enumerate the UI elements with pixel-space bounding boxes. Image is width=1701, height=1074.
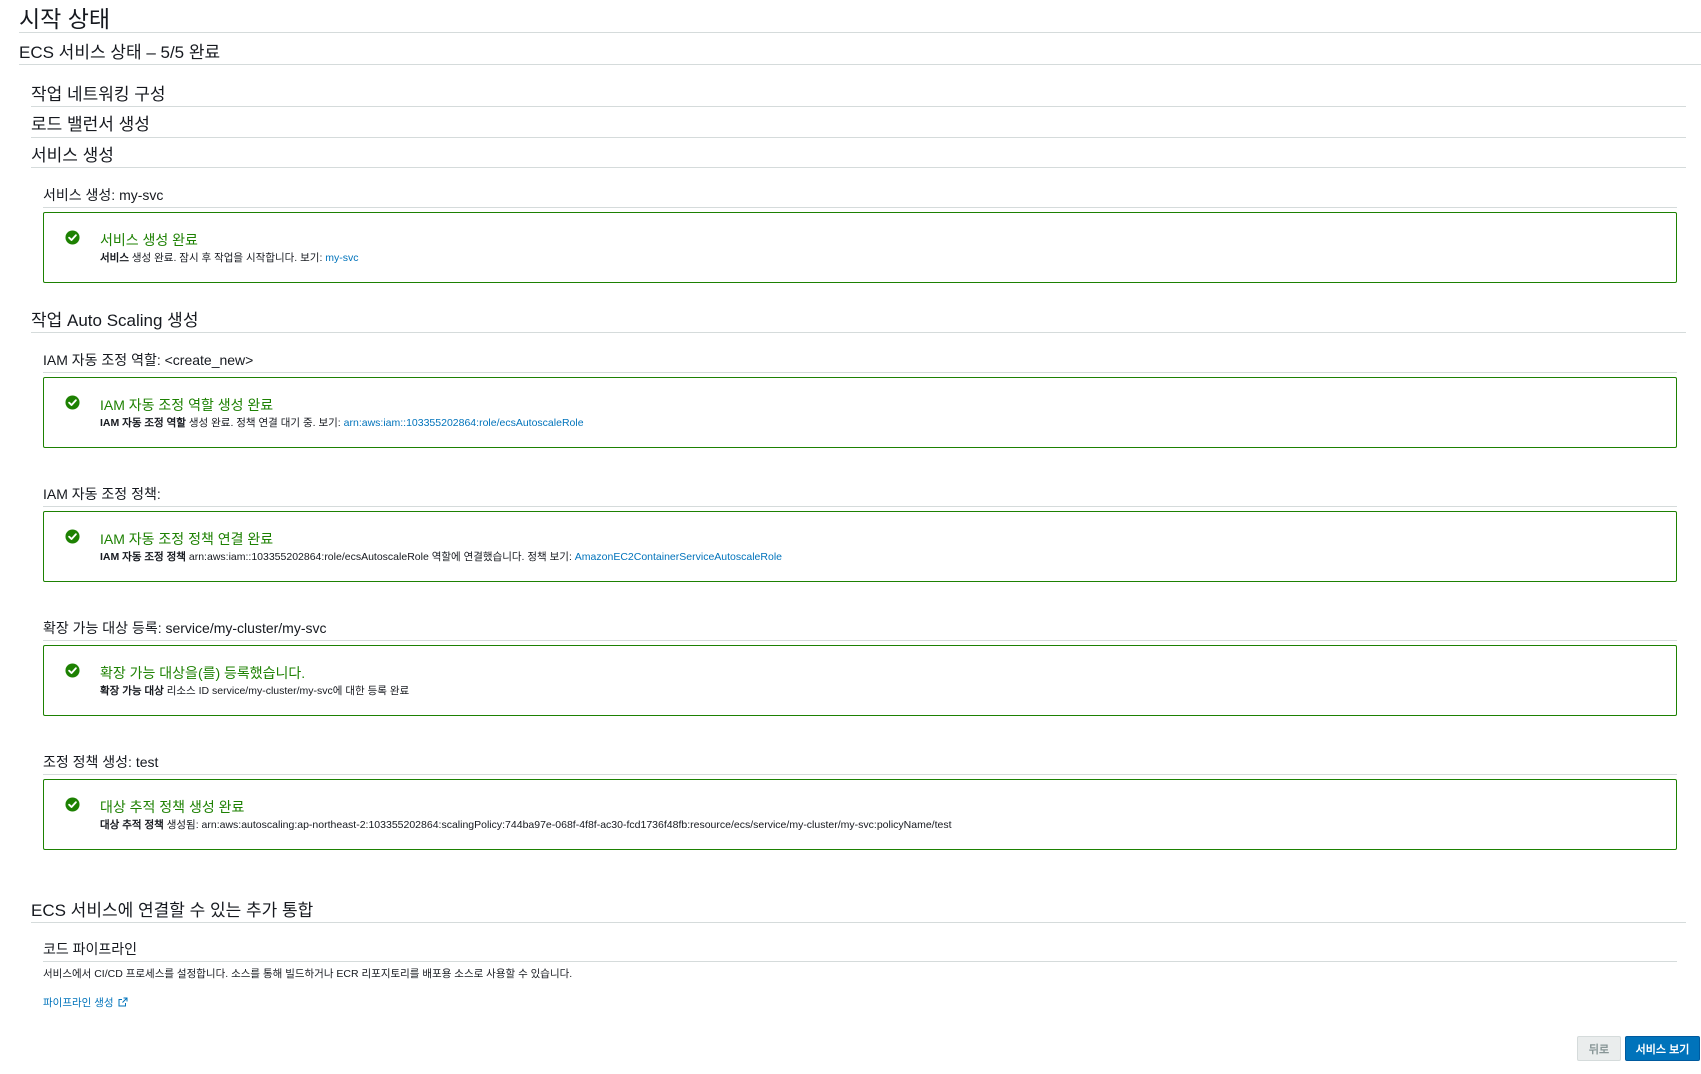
code-pipeline-heading: 코드 파이프라인 xyxy=(43,941,138,957)
service-create-alert: 서비스 생성 완료 서비스 생성 완료. 잠시 후 작업을 시작합니다. 보기:… xyxy=(43,212,1677,283)
alert-text: arn:aws:iam::103355202864:role/ecsAutosc… xyxy=(185,551,575,563)
status-heading: ECS 서비스 상태 – 5/5 완료 xyxy=(19,43,221,62)
scalable-target-heading: 확장 가능 대상 등록: service/my-cluster/my-svc xyxy=(43,620,327,636)
alert-bold: IAM 자동 조정 정책 xyxy=(100,551,186,563)
divider xyxy=(43,372,1677,373)
alert-title: IAM 자동 조정 정책 연결 완료 xyxy=(100,531,274,547)
alert-title: 대상 추적 정책 생성 완료 xyxy=(100,799,245,815)
policy-link[interactable]: AmazonEC2ContainerServiceAutoscaleRole xyxy=(575,551,782,563)
iam-policy-heading: IAM 자동 조정 정책: xyxy=(43,486,161,502)
alert-bold: 대상 추적 정책 xyxy=(100,819,164,831)
divider xyxy=(43,640,1677,641)
alert-message: 확장 가능 대상 리소스 ID service/my-cluster/my-sv… xyxy=(100,683,409,698)
check-circle-icon xyxy=(65,230,80,245)
scaling-policy-alert: 대상 추적 정책 생성 완료 대상 추적 정책 생성됨: arn:aws:aut… xyxy=(43,779,1677,850)
page-title: 시작 상태 xyxy=(19,6,111,32)
alert-bold: IAM 자동 조정 역할 xyxy=(100,417,186,429)
iam-role-link[interactable]: arn:aws:iam::103355202864:role/ecsAutosc… xyxy=(344,417,584,429)
divider xyxy=(43,774,1677,775)
alert-text: 리소스 ID service/my-cluster/my-svc에 대한 등록 … xyxy=(163,685,410,697)
scaling-policy-heading: 조정 정책 생성: test xyxy=(43,754,159,770)
divider xyxy=(19,64,1701,65)
check-circle-icon xyxy=(65,529,80,544)
alert-message: 서비스 생성 완료. 잠시 후 작업을 시작합니다. 보기: my-svc xyxy=(100,250,359,265)
iam-policy-alert: IAM 자동 조정 정책 연결 완료 IAM 자동 조정 정책 arn:aws:… xyxy=(43,511,1677,582)
divider xyxy=(31,332,1686,333)
check-circle-icon xyxy=(65,663,80,678)
create-pipeline-link[interactable]: 파이프라인 생성 xyxy=(43,995,128,1010)
step-service: 서비스 생성 xyxy=(31,146,114,165)
iam-role-heading: IAM 자동 조정 역할: <create_new> xyxy=(43,352,254,368)
alert-message: IAM 자동 조정 정책 arn:aws:iam::103355202864:r… xyxy=(100,549,782,564)
service-link[interactable]: my-svc xyxy=(325,252,358,264)
alert-bold: 확장 가능 대상 xyxy=(100,685,164,697)
step-load-balancer: 로드 밸런서 생성 xyxy=(31,115,150,134)
alert-bold: 서비스 xyxy=(100,252,129,264)
service-create-heading: 서비스 생성: my-svc xyxy=(43,187,164,203)
view-service-button[interactable]: 서비스 보기 xyxy=(1625,1036,1700,1061)
divider xyxy=(43,961,1677,962)
alert-title: 확장 가능 대상을(를) 등록했습니다. xyxy=(100,665,306,681)
alert-text: 생성 완료. 잠시 후 작업을 시작합니다. 보기: xyxy=(128,252,326,264)
divider xyxy=(31,167,1686,168)
alert-message: IAM 자동 조정 역할 생성 완료. 정책 연결 대기 중. 보기: arn:… xyxy=(100,415,584,430)
iam-role-alert: IAM 자동 조정 역할 생성 완료 IAM 자동 조정 역할 생성 완료. 정… xyxy=(43,377,1677,448)
divider xyxy=(31,137,1686,138)
check-circle-icon xyxy=(65,797,80,812)
divider xyxy=(43,207,1677,208)
divider xyxy=(31,106,1686,107)
external-link-icon xyxy=(118,997,128,1007)
alert-title: 서비스 생성 완료 xyxy=(100,232,198,248)
scalable-target-alert: 확장 가능 대상을(를) 등록했습니다. 확장 가능 대상 리소스 ID ser… xyxy=(43,645,1677,716)
create-pipeline-label: 파이프라인 생성 xyxy=(43,997,114,1009)
alert-title: IAM 자동 조정 역할 생성 완료 xyxy=(100,397,274,413)
alert-message: 대상 추적 정책 생성됨: arn:aws:autoscaling:ap-nor… xyxy=(100,817,952,832)
step-networking: 작업 네트워킹 구성 xyxy=(31,85,166,104)
divider xyxy=(43,506,1677,507)
code-pipeline-description: 서비스에서 CI/CD 프로세스를 설정합니다. 소스를 통해 빌드하거나 EC… xyxy=(43,968,573,980)
divider xyxy=(31,922,1686,923)
back-button[interactable]: 뒤로 xyxy=(1577,1036,1621,1061)
check-circle-icon xyxy=(65,395,80,410)
step-autoscaling: 작업 Auto Scaling 생성 xyxy=(31,311,199,330)
alert-text: 생성됨: arn:aws:autoscaling:ap-northeast-2:… xyxy=(163,819,952,831)
divider xyxy=(19,32,1701,33)
step-integrations: ECS 서비스에 연결할 수 있는 추가 통합 xyxy=(31,901,314,920)
alert-text: 생성 완료. 정책 연결 대기 중. 보기: xyxy=(185,417,344,429)
